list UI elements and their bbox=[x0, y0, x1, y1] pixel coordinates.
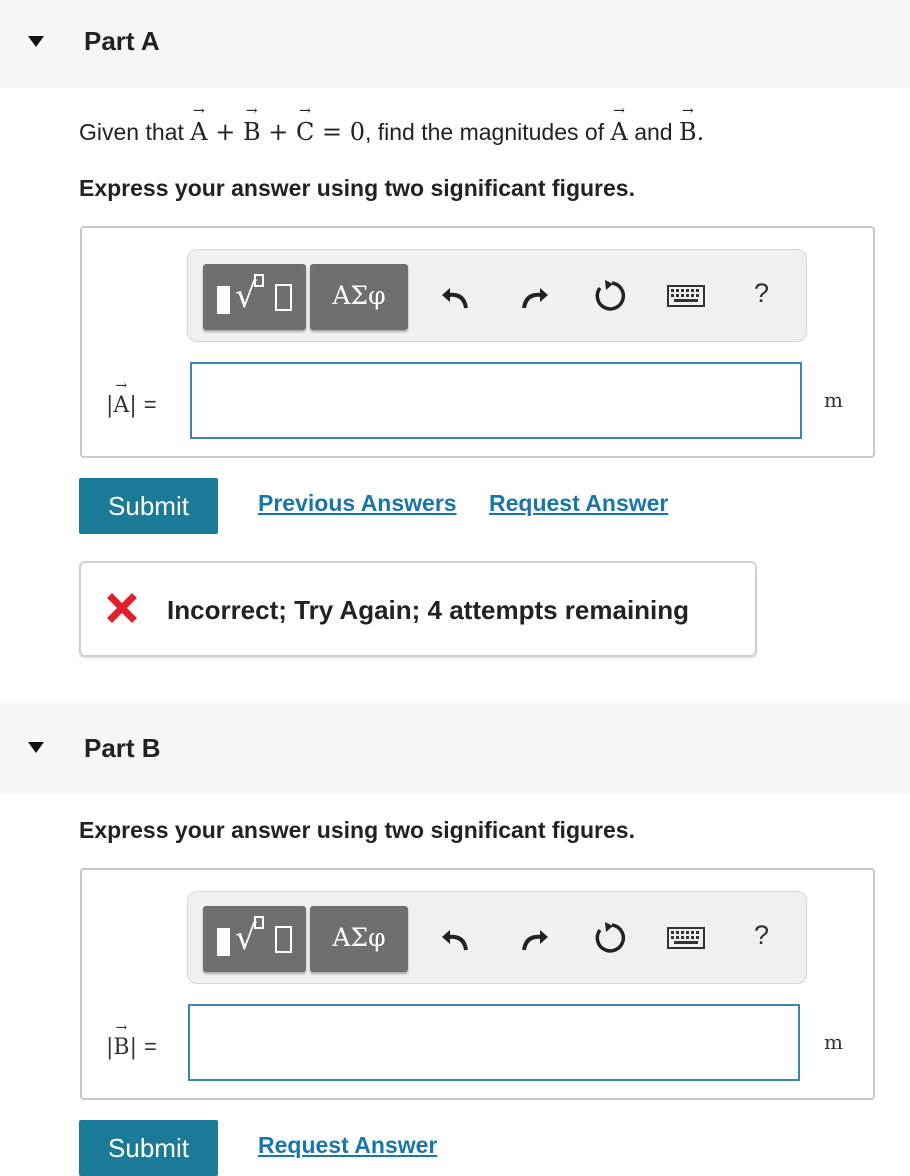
reset-icon[interactable] bbox=[592, 278, 626, 312]
request-answer-link[interactable]: Request Answer bbox=[489, 490, 668, 517]
collapse-triangle-icon[interactable] bbox=[28, 742, 44, 753]
keyboard-icon[interactable] bbox=[666, 278, 706, 312]
part-b-title: Part B bbox=[84, 733, 161, 763]
question-prefix: Given that bbox=[79, 119, 191, 145]
redo-icon[interactable] bbox=[516, 920, 550, 954]
part-a-title: Part A bbox=[84, 26, 160, 56]
previous-answers-link[interactable]: Previous Answers bbox=[258, 490, 457, 517]
templates-button[interactable]: √ bbox=[203, 906, 306, 972]
radical-icon: √ bbox=[235, 918, 257, 958]
vector-a: → A bbox=[190, 103, 208, 146]
part-a-header[interactable]: Part A bbox=[0, 0, 910, 88]
magnitude-a-input[interactable] bbox=[190, 362, 802, 439]
vector-c: → C bbox=[295, 103, 315, 146]
undo-icon[interactable] bbox=[440, 920, 474, 954]
part-b-header[interactable]: Part B bbox=[0, 703, 910, 794]
part-b-instruction: Express your answer using two significan… bbox=[79, 817, 635, 843]
help-button[interactable]: ? bbox=[754, 920, 769, 951]
magnitude-a-label: | → A| = bbox=[106, 378, 157, 418]
unit-label: m bbox=[824, 388, 843, 412]
error-x-icon bbox=[107, 593, 137, 623]
cursor-block-icon bbox=[217, 928, 230, 956]
vector-b: → B bbox=[242, 103, 261, 146]
collapse-triangle-icon[interactable] bbox=[28, 36, 44, 47]
reset-icon[interactable] bbox=[592, 920, 626, 954]
redo-icon[interactable] bbox=[516, 278, 550, 312]
submit-button[interactable]: Submit bbox=[79, 1120, 218, 1176]
radical-icon: √ bbox=[235, 276, 257, 316]
vector-b-2: → B bbox=[678, 103, 697, 146]
question-text: Given that → A + → B + → C = 0, find the ma… bbox=[79, 103, 705, 146]
unit-label: m bbox=[824, 1030, 843, 1054]
part-a-instruction: Express your answer using two significan… bbox=[79, 175, 635, 201]
part-b-answer-box: √ ΑΣφ ? | → B| = m bbox=[80, 868, 875, 1100]
box-icon bbox=[275, 284, 292, 311]
feedback-box: Incorrect; Try Again; 4 attempts remaini… bbox=[79, 561, 757, 657]
help-button[interactable]: ? bbox=[754, 278, 769, 309]
greek-symbols-button[interactable]: ΑΣφ bbox=[310, 264, 408, 330]
cursor-block-icon bbox=[217, 286, 230, 314]
part-a-answer-box: √ ΑΣφ ? | → A| = m bbox=[80, 226, 875, 458]
undo-icon[interactable] bbox=[440, 278, 474, 312]
math-toolbar: √ ΑΣφ ? bbox=[187, 249, 807, 342]
request-answer-link[interactable]: Request Answer bbox=[258, 1132, 437, 1159]
keyboard-icon[interactable] bbox=[666, 920, 706, 954]
magnitude-b-label: | → B| = bbox=[106, 1020, 157, 1060]
magnitude-b-input[interactable] bbox=[188, 1004, 800, 1081]
feedback-text: Incorrect; Try Again; 4 attempts remaini… bbox=[167, 595, 690, 625]
submit-button[interactable]: Submit bbox=[79, 478, 218, 534]
math-toolbar: √ ΑΣφ ? bbox=[187, 891, 807, 984]
templates-button[interactable]: √ bbox=[203, 264, 306, 330]
greek-symbols-button[interactable]: ΑΣφ bbox=[310, 906, 408, 972]
vector-a-2: → A bbox=[610, 103, 628, 146]
box-icon bbox=[275, 926, 292, 953]
question-middle: , find the magnitudes of bbox=[364, 119, 611, 145]
